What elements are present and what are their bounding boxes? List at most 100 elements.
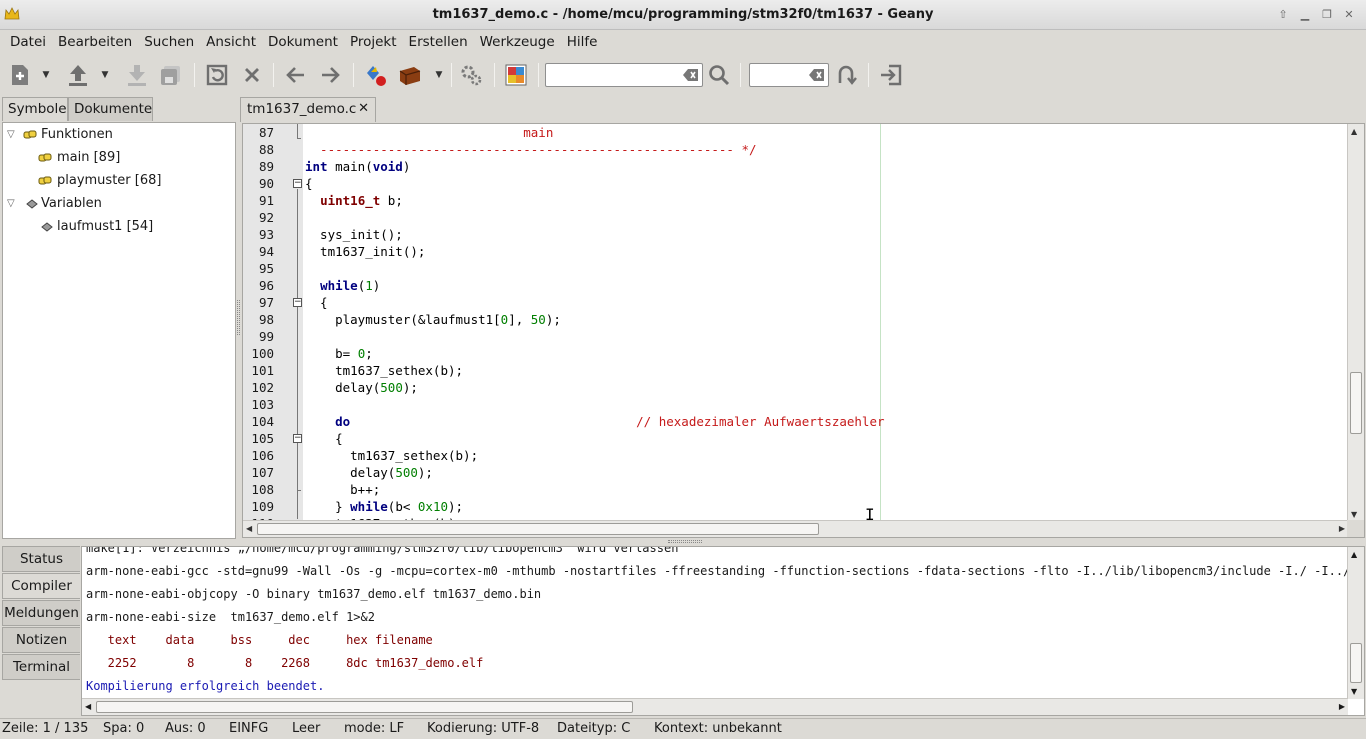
status-eol: mode: LF	[344, 721, 405, 736]
new-file-icon[interactable]	[8, 63, 32, 87]
scroll-left-icon[interactable]: ◀	[246, 524, 252, 533]
editor-vertical-scrollbar[interactable]: ▲ ▼	[1347, 124, 1364, 522]
toolbar-separator	[740, 63, 741, 87]
expander-icon[interactable]: ▽	[7, 124, 15, 146]
tree-item-variablen[interactable]: ▽ Variablen	[3, 193, 235, 215]
status-indent: Leer	[292, 721, 321, 736]
fold-toggle-icon[interactable]: −	[293, 179, 302, 188]
compiler-message[interactable]: 2252 8 8 2268 8dc tm1637_demo.elf	[86, 652, 484, 675]
tab-notizen[interactable]: Notizen	[2, 627, 80, 653]
window-up-icon[interactable]: ⇧	[1274, 6, 1292, 24]
scrollbar-thumb[interactable]	[257, 523, 819, 535]
scroll-left-icon[interactable]: ◀	[85, 702, 91, 711]
build-icon[interactable]	[398, 63, 422, 87]
scroll-up-icon[interactable]: ▲	[1351, 550, 1357, 559]
tree-item-playmuster[interactable]: playmuster [68]	[3, 170, 235, 192]
scroll-right-icon[interactable]: ▶	[1339, 524, 1345, 533]
compiler-message[interactable]: arm-none-eabi-objcopy -O binary tm1637_d…	[86, 583, 541, 606]
color-chooser-icon[interactable]	[504, 63, 528, 87]
fold-toggle-icon[interactable]: −	[293, 434, 302, 443]
menu-projekt[interactable]: Projekt	[344, 30, 403, 55]
quit-icon[interactable]	[879, 63, 903, 87]
toolbar-separator	[868, 63, 869, 87]
editor-horizontal-scrollbar[interactable]: ◀ ▶	[243, 520, 1348, 537]
scroll-down-icon[interactable]: ▼	[1351, 687, 1357, 696]
tree-item-laufmust1[interactable]: laufmust1 [54]	[3, 216, 235, 238]
menu-hilfe[interactable]: Hilfe	[561, 30, 604, 55]
toolbar-separator	[194, 63, 195, 87]
compiler-message[interactable]: arm-none-eabi-gcc -std=gnu99 -Wall -Os -…	[86, 560, 1364, 583]
compile-icon[interactable]	[364, 63, 388, 87]
close-file-icon[interactable]	[240, 63, 264, 87]
scroll-up-icon[interactable]: ▲	[1351, 127, 1357, 136]
preferences-icon[interactable]	[459, 63, 483, 87]
menu-ansicht[interactable]: Ansicht	[200, 30, 262, 55]
scrollbar-thumb[interactable]	[96, 701, 633, 713]
message-pane-resize-handle[interactable]	[668, 540, 702, 543]
fold-guide	[297, 490, 301, 491]
expander-icon[interactable]: ▽	[7, 193, 15, 215]
tab-terminal[interactable]: Terminal	[2, 654, 80, 680]
tab-symbole[interactable]: Symbole	[2, 97, 68, 121]
code-line-96: while(1)	[320, 278, 381, 293]
compiler-message[interactable]: make[1]: Verzeichnis „/home/mcu/programm…	[86, 547, 678, 560]
tab-compiler[interactable]: Compiler	[2, 573, 80, 599]
tree-item-funktionen[interactable]: ▽ Funktionen	[3, 124, 235, 146]
line-number: 88	[258, 142, 274, 157]
save-all-icon[interactable]	[159, 63, 183, 87]
compiler-message[interactable]: text data bss dec hex filename	[86, 629, 433, 652]
status-filetype: Dateityp: C	[557, 721, 631, 736]
find-icon[interactable]	[707, 63, 731, 87]
status-selection: Aus: 0	[165, 721, 206, 736]
compiler-output[interactable]: make[1]: Verzeichnis „/home/mcu/programm…	[81, 546, 1365, 716]
line-number: 92	[258, 210, 274, 225]
scrollbar-thumb[interactable]	[1350, 643, 1362, 683]
line-number: 109	[251, 499, 274, 514]
fold-guide	[297, 138, 301, 139]
save-icon[interactable]	[125, 63, 149, 87]
back-icon[interactable]	[284, 63, 308, 87]
scrollbar-thumb[interactable]	[1350, 372, 1362, 434]
sidebar-resize-handle[interactable]	[237, 300, 240, 335]
open-recent-dropdown-icon[interactable]: ▼	[99, 63, 111, 87]
compiler-message[interactable]: arm-none-eabi-size tm1637_demo.elf 1>&2	[86, 606, 375, 629]
build-dropdown-icon[interactable]: ▼	[433, 63, 445, 87]
close-window-icon[interactable]: ✕	[1340, 6, 1358, 24]
line-number-gutter: 87 88 89 90 91 92 93 94 95 96 97 98 99 1…	[243, 124, 291, 531]
messages-horizontal-scrollbar[interactable]: ◀ ▶	[82, 698, 1348, 715]
close-tab-icon[interactable]: ✕	[358, 101, 369, 116]
code-editor[interactable]: 87 88 89 90 91 92 93 94 95 96 97 98 99 1…	[242, 123, 1365, 538]
tree-label: playmuster [68]	[57, 173, 162, 188]
compiler-success-message[interactable]: Kompilierung erfolgreich beendet.	[86, 675, 324, 698]
menu-suchen[interactable]: Suchen	[138, 30, 200, 55]
jump-to-line-icon[interactable]	[834, 63, 858, 87]
messages-vertical-scrollbar[interactable]: ▲ ▼	[1347, 547, 1364, 699]
new-file-dropdown-icon[interactable]: ▼	[40, 63, 52, 87]
tab-meldungen[interactable]: Meldungen	[2, 600, 80, 626]
fold-toggle-icon[interactable]: −	[293, 298, 302, 307]
menu-erstellen[interactable]: Erstellen	[403, 30, 474, 55]
menu-bearbeiten[interactable]: Bearbeiten	[52, 30, 138, 55]
forward-icon[interactable]	[318, 63, 342, 87]
menu-werkzeuge[interactable]: Werkzeuge	[474, 30, 561, 55]
minimize-icon[interactable]: ▁	[1296, 6, 1314, 24]
tab-status[interactable]: Status	[2, 546, 80, 572]
tab-dokumente[interactable]: Dokumente	[68, 97, 153, 121]
title-bar: tm1637_demo.c - /home/mcu/programming/st…	[0, 0, 1366, 30]
tree-item-main[interactable]: main [89]	[3, 147, 235, 169]
clear-search-icon[interactable]	[683, 68, 699, 82]
reload-icon[interactable]	[205, 63, 229, 87]
code-line-98: playmuster(&laufmust1[0], 50);	[305, 312, 561, 327]
clear-goto-icon[interactable]	[809, 68, 825, 82]
tab-tm1637-demo[interactable]: tm1637_demo.c ✕	[240, 97, 376, 122]
scroll-right-icon[interactable]: ▶	[1339, 702, 1345, 711]
status-context: Kontext: unbekannt	[654, 721, 782, 736]
code-line-107: delay(500);	[305, 465, 433, 480]
open-file-icon[interactable]	[66, 63, 90, 87]
maximize-icon[interactable]: ❐	[1318, 6, 1336, 24]
scroll-down-icon[interactable]: ▼	[1351, 510, 1357, 519]
menu-datei[interactable]: Datei	[4, 30, 52, 55]
line-number: 104	[251, 414, 274, 429]
menu-dokument[interactable]: Dokument	[262, 30, 344, 55]
search-input[interactable]	[546, 64, 702, 86]
